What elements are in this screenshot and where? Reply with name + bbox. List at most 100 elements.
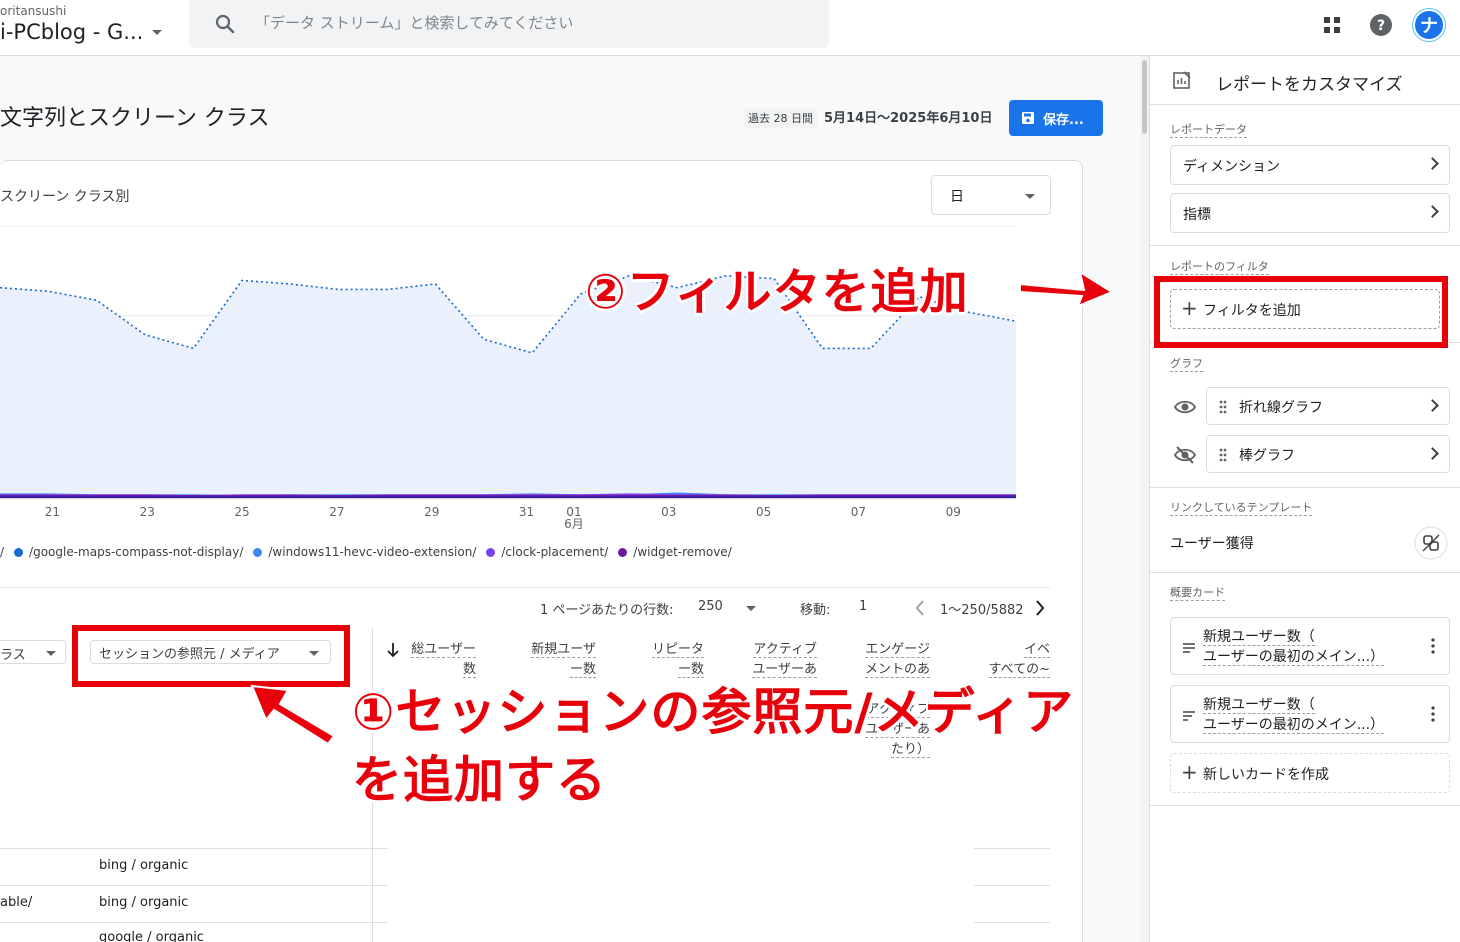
chevron-left-icon[interactable]: [914, 599, 926, 617]
divider: [1150, 245, 1460, 246]
x-tick-month-label: 6月: [564, 517, 584, 531]
legend-item[interactable]: /clock-placement/: [486, 545, 608, 559]
divider: [1150, 572, 1460, 573]
legend-label: /clock-placement/: [501, 545, 609, 559]
x-tick-label: 05: [755, 505, 772, 519]
chevron-right-icon: [1426, 447, 1439, 460]
line-graph-row[interactable]: 折れ線グラフ: [1206, 387, 1450, 425]
card-list-icon: [1183, 643, 1195, 653]
blank-overlay: [388, 846, 974, 942]
save-icon: [1022, 112, 1034, 124]
summary-cards-label: 概要カード: [1170, 586, 1225, 601]
x-tick-label: 23: [139, 505, 155, 519]
legend-label: /widget-remove/: [633, 545, 732, 559]
legend-dot: [618, 547, 628, 557]
card-title: 新規ユーザー数（: [1203, 629, 1315, 646]
card-subtitle: ユーザーの最初のメイン...）: [1203, 717, 1385, 734]
sort-down-arrow-icon[interactable]: [386, 642, 400, 658]
legend-dot: [486, 547, 496, 557]
more-vert-icon[interactable]: [1431, 638, 1435, 654]
legend-item[interactable]: /: [0, 545, 4, 559]
new-card-button[interactable]: + 新しいカードを作成: [1170, 753, 1450, 793]
table-row-source: bing / organic: [99, 895, 189, 910]
save-button[interactable]: 保存...: [1009, 100, 1103, 136]
visibility-icon[interactable]: [1174, 396, 1196, 418]
side-panel-title: レポートをカスタマイズ: [1216, 75, 1403, 95]
apps-grid-icon[interactable]: [1320, 13, 1344, 37]
x-tick-label: 25: [234, 505, 250, 519]
table-pager: 1 ページあたりの行数: 250 移動: 1 1～250/5882: [0, 598, 1060, 618]
scrollbar-track[interactable]: [1140, 56, 1149, 942]
granularity-select[interactable]: 日: [931, 175, 1051, 215]
move-label: 移動:: [800, 603, 831, 618]
svg-text:?: ?: [1377, 18, 1385, 34]
plus-icon: +: [1181, 760, 1198, 784]
x-tick-label: 09: [945, 505, 961, 519]
legend-item[interactable]: /google-maps-compass-not-display/: [14, 545, 243, 559]
property-selector[interactable]: i-PCblog - G...: [0, 20, 143, 44]
bar-graph-row[interactable]: 棒グラフ: [1206, 435, 1450, 473]
divider: [0, 587, 1050, 588]
legend-label: /: [0, 545, 5, 559]
dimension-row[interactable]: ディメンション: [1170, 145, 1450, 185]
divider: [1150, 104, 1460, 105]
search-input[interactable]: [255, 10, 815, 36]
linked-template-label: リンクしているテンプレート: [1170, 501, 1313, 516]
chevron-right-icon: [1426, 399, 1439, 412]
metric-label: 指標: [1183, 207, 1211, 223]
legend-dot: [253, 547, 263, 557]
legend-dot: [14, 547, 24, 557]
dimension-chip-label: ラス: [0, 648, 26, 663]
save-button-label: 保存...: [1043, 112, 1084, 128]
caret-down-icon: [46, 651, 56, 656]
x-tick-label: 31: [518, 505, 535, 519]
card-bar-icon: [1183, 711, 1195, 721]
legend-label: /google-maps-compass-not-display/: [29, 545, 244, 559]
card-subtitle: ユーザーの最初のメイン...）: [1203, 649, 1385, 666]
table-row-screen-class: able/: [0, 895, 33, 910]
x-tick-label: 21: [44, 505, 61, 519]
customize-chart-icon: [1173, 71, 1191, 89]
table-row-source: bing / organic: [99, 858, 189, 873]
rows-per-page-select[interactable]: 250: [698, 599, 723, 614]
graph-label: グラフ: [1170, 357, 1203, 372]
card-title: 新規ユーザー数（: [1203, 697, 1315, 714]
date-range[interactable]: 5月14日～2025年6月10日: [824, 107, 992, 126]
visibility-off-icon[interactable]: [1174, 444, 1196, 466]
more-vert-icon[interactable]: [1431, 706, 1435, 722]
divider: [1150, 805, 1460, 806]
chevron-right-icon: [1426, 205, 1439, 218]
page-title: 文字列とスクリーン クラス: [0, 106, 270, 131]
summary-card-2[interactable]: 新規ユーザー数（ ユーザーの最初のメイン...）: [1170, 685, 1450, 743]
annotation-step1-line2: を追加する: [352, 751, 607, 809]
caret-down-icon[interactable]: [746, 606, 756, 611]
caret-down-icon: [1025, 194, 1035, 199]
summary-card-1[interactable]: 新規ユーザー数（ ユーザーの最初のメイン...）: [1170, 617, 1450, 675]
divider: [1150, 487, 1460, 488]
arrow-right-annotation-icon: [1019, 269, 1114, 308]
drag-handle-icon[interactable]: [1219, 400, 1227, 414]
x-tick-label: 29: [424, 505, 440, 519]
page-input[interactable]: 1: [859, 599, 867, 614]
caret-down-icon[interactable]: [152, 30, 162, 35]
report-filter-label: レポートのフィルタ: [1170, 260, 1269, 275]
drag-handle-icon[interactable]: [1219, 448, 1227, 462]
granularity-value: 日: [950, 189, 964, 205]
date-preset-badge[interactable]: 過去 28 日間: [744, 108, 817, 128]
table-row-source: google / organic: [99, 930, 204, 942]
highlight-box-add-filter: [1154, 276, 1448, 348]
metric-row[interactable]: 指標: [1170, 193, 1450, 233]
help-icon[interactable]: ?: [1369, 13, 1393, 37]
legend-item[interactable]: /windows11-hevc-video-extension/: [253, 545, 476, 559]
new-card-label: 新しいカードを作成: [1203, 767, 1329, 783]
search-bar[interactable]: [189, 0, 829, 48]
customize-report-panel: レポートをカスタマイズ レポートデータ ディメンション 指標 レポートのフィルタ…: [1149, 56, 1460, 942]
legend-item[interactable]: /widget-remove/: [618, 545, 732, 559]
unlink-icon[interactable]: [1414, 526, 1448, 560]
bar-graph-label: 棒グラフ: [1239, 448, 1295, 464]
avatar[interactable]: ナ: [1413, 9, 1445, 41]
annotation-step1-line1: ①セッションの参照元/メディア: [352, 683, 1075, 741]
scrollbar-thumb[interactable]: [1142, 60, 1147, 134]
chevron-right-icon[interactable]: [1034, 599, 1046, 617]
dimension-chip-screen-class[interactable]: ラス: [0, 640, 66, 664]
